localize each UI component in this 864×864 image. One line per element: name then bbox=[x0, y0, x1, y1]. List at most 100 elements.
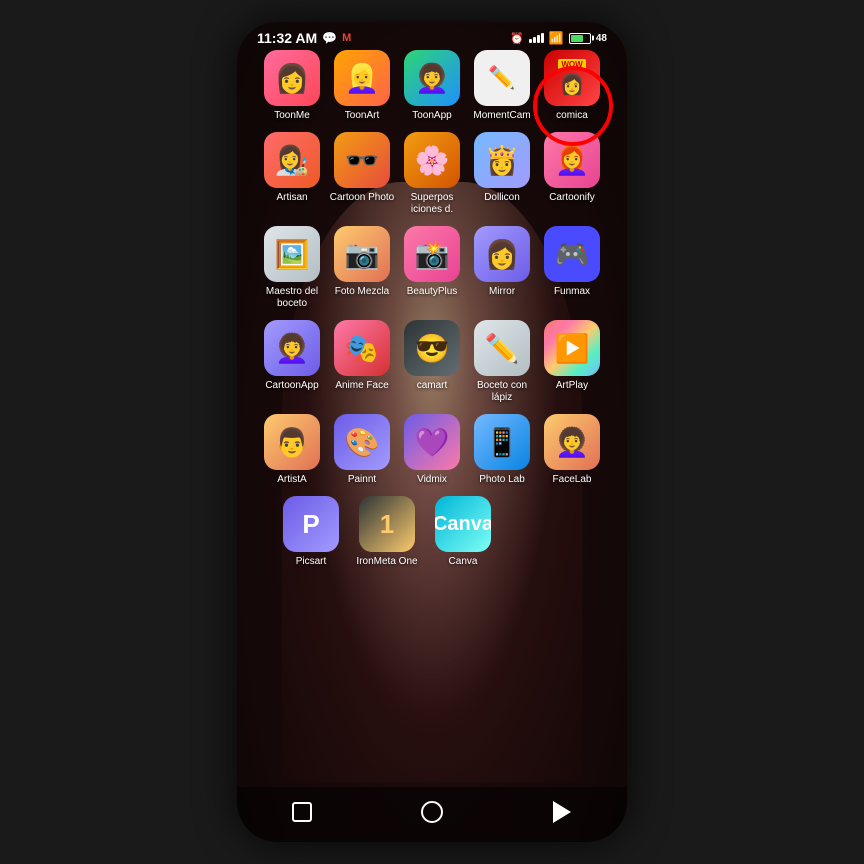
nav-triangle-icon bbox=[553, 801, 571, 823]
app-ironmeta[interactable]: 1 IronMeta One bbox=[353, 496, 421, 568]
app-superpos[interactable]: 🌸 Superpos iciones d. bbox=[398, 132, 466, 216]
app-label-artista: ArtistA bbox=[277, 474, 306, 486]
status-bar: 11:32 AM 💬 M ⏰ 📶 48 bbox=[237, 22, 627, 50]
app-row-4: 👩‍🦱 CartoonApp 🎭 Anime Face 😎 camart bbox=[257, 320, 607, 404]
app-label-artisan: Artisan bbox=[276, 192, 307, 204]
app-icon-camart[interactable]: 😎 bbox=[404, 320, 460, 376]
app-boceto[interactable]: ✏️ Boceto con lápiz bbox=[468, 320, 536, 404]
nav-circle-icon bbox=[421, 801, 443, 823]
nav-home-button[interactable] bbox=[418, 798, 446, 826]
nav-back-button[interactable] bbox=[548, 798, 576, 826]
app-label-picsart: Picsart bbox=[296, 556, 327, 568]
app-artplay[interactable]: ▶️ ArtPlay bbox=[538, 320, 606, 404]
whatsapp-icon: 💬 bbox=[322, 31, 337, 45]
app-icon-funmax[interactable]: 🎮 bbox=[544, 226, 600, 282]
app-toonme[interactable]: 👩 ToonMe bbox=[258, 50, 326, 122]
app-label-superpos: Superpos iciones d. bbox=[398, 192, 466, 216]
app-icon-beautyplus[interactable]: 📸 bbox=[404, 226, 460, 282]
app-label-painnt: Painnt bbox=[348, 474, 376, 486]
app-icon-vidmix[interactable]: 💜 bbox=[404, 414, 460, 470]
app-row-1: 👩 ToonMe 👱‍♀️ ToonArt 👩‍🦱 ToonApp bbox=[257, 50, 607, 122]
app-icon-foto[interactable]: 📷 bbox=[334, 226, 390, 282]
app-label-cartoonapp: CartoonApp bbox=[265, 380, 318, 392]
phone-frame: 11:32 AM 💬 M ⏰ 📶 48 bbox=[237, 22, 627, 842]
app-icon-boceto[interactable]: ✏️ bbox=[474, 320, 530, 376]
status-time: 11:32 AM bbox=[257, 30, 317, 46]
app-label-comica: comica bbox=[556, 110, 588, 122]
app-funmax[interactable]: 🎮 Funmax bbox=[538, 226, 606, 310]
app-icon-dollicon[interactable]: 👸 bbox=[474, 132, 530, 188]
app-label-mirror: Mirror bbox=[489, 286, 515, 298]
app-icon-momentcam[interactable]: ✏️ bbox=[474, 50, 530, 106]
app-artisan[interactable]: 👩‍🎨 Artisan bbox=[258, 132, 326, 216]
app-picsart[interactable]: P Picsart bbox=[277, 496, 345, 568]
app-label-facelab: FaceLab bbox=[553, 474, 592, 486]
app-icon-toonme[interactable]: 👩 bbox=[264, 50, 320, 106]
app-row-2: 👩‍🎨 Artisan 🕶️ Cartoon Photo 🌸 Superpos … bbox=[257, 132, 607, 216]
app-label-cartoonify: Cartoonify bbox=[549, 192, 595, 204]
app-label-artplay: ArtPlay bbox=[556, 380, 588, 392]
nav-square-icon bbox=[292, 802, 312, 822]
app-label-animeface: Anime Face bbox=[335, 380, 388, 392]
app-icon-cartoonphoto[interactable]: 🕶️ bbox=[334, 132, 390, 188]
app-icon-maestro[interactable]: 🖼️ bbox=[264, 226, 320, 282]
app-comica[interactable]: WOW 👩 comica bbox=[538, 50, 606, 122]
app-cartoonify[interactable]: 👩‍🦰 Cartoonify bbox=[538, 132, 606, 216]
app-foto[interactable]: 📷 Foto Mezcla bbox=[328, 226, 396, 310]
app-cartoonapp[interactable]: 👩‍🦱 CartoonApp bbox=[258, 320, 326, 404]
app-label-dollicon: Dollicon bbox=[484, 192, 520, 204]
app-label-funmax: Funmax bbox=[554, 286, 590, 298]
gmail-icon: M bbox=[342, 32, 351, 44]
app-label-canva: Canva bbox=[449, 556, 478, 568]
app-grid: 👩 ToonMe 👱‍♀️ ToonArt 👩‍🦱 ToonApp bbox=[237, 50, 627, 568]
app-icon-facelab[interactable]: 👩‍🦱 bbox=[544, 414, 600, 470]
app-icon-artista[interactable]: 👨 bbox=[264, 414, 320, 470]
signal-bars bbox=[529, 33, 544, 43]
app-label-toonart: ToonArt bbox=[345, 110, 379, 122]
app-icon-picsart[interactable]: P bbox=[283, 496, 339, 552]
app-label-ironmeta: IronMeta One bbox=[356, 556, 417, 568]
app-icon-photolab[interactable]: 📱 bbox=[474, 414, 530, 470]
app-maestro[interactable]: 🖼️ Maestro del boceto bbox=[258, 226, 326, 310]
app-mirror[interactable]: 👩 Mirror bbox=[468, 226, 536, 310]
app-label-foto: Foto Mezcla bbox=[335, 286, 389, 298]
phone-screen: 11:32 AM 💬 M ⏰ 📶 48 bbox=[237, 22, 627, 842]
app-label-toonapp: ToonApp bbox=[412, 110, 451, 122]
app-icon-comica[interactable]: WOW 👩 bbox=[544, 50, 600, 106]
nav-recent-button[interactable] bbox=[288, 798, 316, 826]
app-dollicon[interactable]: 👸 Dollicon bbox=[468, 132, 536, 216]
app-beautyplus[interactable]: 📸 BeautyPlus bbox=[398, 226, 466, 310]
app-camart[interactable]: 😎 camart bbox=[398, 320, 466, 404]
app-canva[interactable]: Canva Canva bbox=[429, 496, 497, 568]
app-icon-mirror[interactable]: 👩 bbox=[474, 226, 530, 282]
app-label-cartoonphoto: Cartoon Photo bbox=[330, 192, 395, 204]
app-facelab[interactable]: 👩‍🦱 FaceLab bbox=[538, 414, 606, 486]
app-icon-superpos[interactable]: 🌸 bbox=[404, 132, 460, 188]
app-label-vidmix: Vidmix bbox=[417, 474, 447, 486]
battery-percent: 48 bbox=[596, 33, 607, 44]
app-animeface[interactable]: 🎭 Anime Face bbox=[328, 320, 396, 404]
app-icon-canva[interactable]: Canva bbox=[435, 496, 491, 552]
app-icon-ironmeta[interactable]: 1 bbox=[359, 496, 415, 552]
app-icon-artplay[interactable]: ▶️ bbox=[544, 320, 600, 376]
app-icon-toonart[interactable]: 👱‍♀️ bbox=[334, 50, 390, 106]
app-label-maestro: Maestro del boceto bbox=[258, 286, 326, 310]
app-toonapp[interactable]: 👩‍🦱 ToonApp bbox=[398, 50, 466, 122]
app-painnt[interactable]: 🎨 Painnt bbox=[328, 414, 396, 486]
app-artista[interactable]: 👨 ArtistA bbox=[258, 414, 326, 486]
app-icon-cartoonapp[interactable]: 👩‍🦱 bbox=[264, 320, 320, 376]
bottom-nav bbox=[237, 787, 627, 842]
app-cartoonphoto[interactable]: 🕶️ Cartoon Photo bbox=[328, 132, 396, 216]
app-toonart[interactable]: 👱‍♀️ ToonArt bbox=[328, 50, 396, 122]
app-icon-toonapp[interactable]: 👩‍🦱 bbox=[404, 50, 460, 106]
app-photolab[interactable]: 📱 Photo Lab bbox=[468, 414, 536, 486]
app-icon-painnt[interactable]: 🎨 bbox=[334, 414, 390, 470]
app-label-boceto: Boceto con lápiz bbox=[468, 380, 536, 404]
app-icon-artisan[interactable]: 👩‍🎨 bbox=[264, 132, 320, 188]
battery-icon bbox=[569, 33, 591, 44]
app-icon-cartoonify[interactable]: 👩‍🦰 bbox=[544, 132, 600, 188]
app-momentcam[interactable]: ✏️ MomentCam bbox=[468, 50, 536, 122]
status-icons: ⏰ 📶 48 bbox=[510, 31, 607, 45]
app-icon-animeface[interactable]: 🎭 bbox=[334, 320, 390, 376]
app-vidmix[interactable]: 💜 Vidmix bbox=[398, 414, 466, 486]
